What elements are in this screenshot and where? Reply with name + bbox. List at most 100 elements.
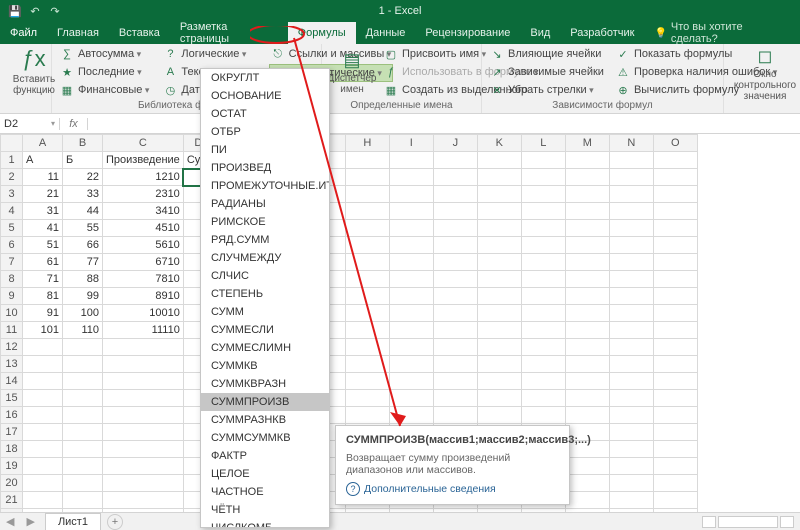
tab-layout[interactable]: Разметка страницы: [170, 22, 288, 44]
menu-item[interactable]: ОСТАТ: [201, 105, 329, 123]
cell[interactable]: [345, 254, 389, 271]
cell[interactable]: [433, 254, 477, 271]
cell[interactable]: [389, 169, 433, 186]
cell[interactable]: [521, 186, 565, 203]
cell[interactable]: [63, 458, 103, 475]
cell[interactable]: [565, 254, 609, 271]
cell[interactable]: [477, 288, 521, 305]
tab-home[interactable]: Главная: [47, 22, 109, 44]
cell[interactable]: [565, 322, 609, 339]
cell[interactable]: [565, 237, 609, 254]
cell[interactable]: [521, 407, 565, 424]
cell[interactable]: 31: [23, 203, 63, 220]
menu-item[interactable]: ФАКТР: [201, 447, 329, 465]
cell[interactable]: [565, 152, 609, 169]
cell[interactable]: 8910: [103, 288, 184, 305]
cell[interactable]: [565, 169, 609, 186]
cell[interactable]: [477, 322, 521, 339]
cell[interactable]: [609, 373, 653, 390]
row-header[interactable]: 18: [1, 441, 23, 458]
cell[interactable]: [521, 305, 565, 322]
cell[interactable]: [63, 373, 103, 390]
cell[interactable]: [433, 390, 477, 407]
cell[interactable]: [653, 407, 697, 424]
cell[interactable]: 101: [23, 322, 63, 339]
tab-formulas[interactable]: Формулы: [288, 22, 356, 44]
tab-developer[interactable]: Разработчик: [560, 22, 644, 44]
cell[interactable]: [653, 237, 697, 254]
cell[interactable]: [477, 203, 521, 220]
cell[interactable]: [565, 390, 609, 407]
cell[interactable]: 7810: [103, 271, 184, 288]
cell[interactable]: А: [23, 152, 63, 169]
row-header[interactable]: 8: [1, 271, 23, 288]
cell[interactable]: [653, 288, 697, 305]
cell[interactable]: [389, 271, 433, 288]
cell[interactable]: [345, 220, 389, 237]
cell[interactable]: [345, 186, 389, 203]
row-header[interactable]: 2: [1, 169, 23, 186]
tab-file[interactable]: Файл: [0, 22, 47, 44]
sheet-nav-next-icon[interactable]: ▶: [20, 515, 40, 528]
cell[interactable]: [565, 339, 609, 356]
cell[interactable]: [345, 152, 389, 169]
cell[interactable]: [653, 271, 697, 288]
cell[interactable]: [565, 186, 609, 203]
cell[interactable]: 88: [63, 271, 103, 288]
cell[interactable]: [521, 203, 565, 220]
col-header[interactable]: O: [653, 135, 697, 152]
cell[interactable]: [521, 169, 565, 186]
col-header[interactable]: B: [63, 135, 103, 152]
cell[interactable]: Произведение: [103, 152, 184, 169]
sheet-nav-prev-icon[interactable]: ◀: [0, 515, 20, 528]
cell[interactable]: [653, 356, 697, 373]
menu-item[interactable]: ОСНОВАНИЕ: [201, 87, 329, 105]
cell[interactable]: 1210: [103, 169, 184, 186]
save-icon[interactable]: 💾: [8, 4, 22, 18]
cell[interactable]: [609, 390, 653, 407]
col-header[interactable]: M: [565, 135, 609, 152]
cell[interactable]: 21: [23, 186, 63, 203]
cell[interactable]: [565, 458, 609, 475]
cell[interactable]: [609, 305, 653, 322]
cell[interactable]: [609, 186, 653, 203]
row-header[interactable]: 5: [1, 220, 23, 237]
cell[interactable]: [521, 237, 565, 254]
cell[interactable]: [609, 152, 653, 169]
cell[interactable]: [345, 390, 389, 407]
cell[interactable]: [565, 407, 609, 424]
name-manager-button[interactable]: ▤ Диспетчер имен: [328, 46, 376, 98]
cell[interactable]: [609, 441, 653, 458]
cell[interactable]: [609, 220, 653, 237]
cell[interactable]: [521, 322, 565, 339]
math-functions-menu[interactable]: ОКРУГЛТОСНОВАНИЕОСТАТОТБРПИПРОИЗВЕДПРОМЕ…: [200, 68, 330, 528]
row-header[interactable]: 1: [1, 152, 23, 169]
remove-arrows-button[interactable]: ✕Убрать стрелки: [488, 82, 606, 98]
cell[interactable]: [609, 339, 653, 356]
row-header[interactable]: 17: [1, 424, 23, 441]
cell[interactable]: [477, 152, 521, 169]
row-header[interactable]: 16: [1, 407, 23, 424]
cell[interactable]: [23, 339, 63, 356]
cell[interactable]: [653, 339, 697, 356]
cell[interactable]: [103, 390, 184, 407]
row-header[interactable]: 14: [1, 373, 23, 390]
cell[interactable]: [345, 288, 389, 305]
fx-label-icon[interactable]: fx: [60, 118, 88, 130]
cell[interactable]: [609, 203, 653, 220]
menu-item[interactable]: РИМСКОЕ: [201, 213, 329, 231]
cell[interactable]: 41: [23, 220, 63, 237]
menu-item[interactable]: ЧИСЛКОМБ: [201, 519, 329, 528]
menu-item[interactable]: СУММРАЗНКВ: [201, 411, 329, 429]
cell[interactable]: [653, 152, 697, 169]
cell[interactable]: [565, 373, 609, 390]
cell[interactable]: [609, 356, 653, 373]
cell[interactable]: [565, 356, 609, 373]
cell[interactable]: [565, 203, 609, 220]
cell[interactable]: [565, 492, 609, 509]
col-header[interactable]: A: [23, 135, 63, 152]
cell[interactable]: [521, 373, 565, 390]
add-sheet-button[interactable]: +: [107, 514, 123, 530]
cell[interactable]: [433, 407, 477, 424]
cell[interactable]: [433, 237, 477, 254]
